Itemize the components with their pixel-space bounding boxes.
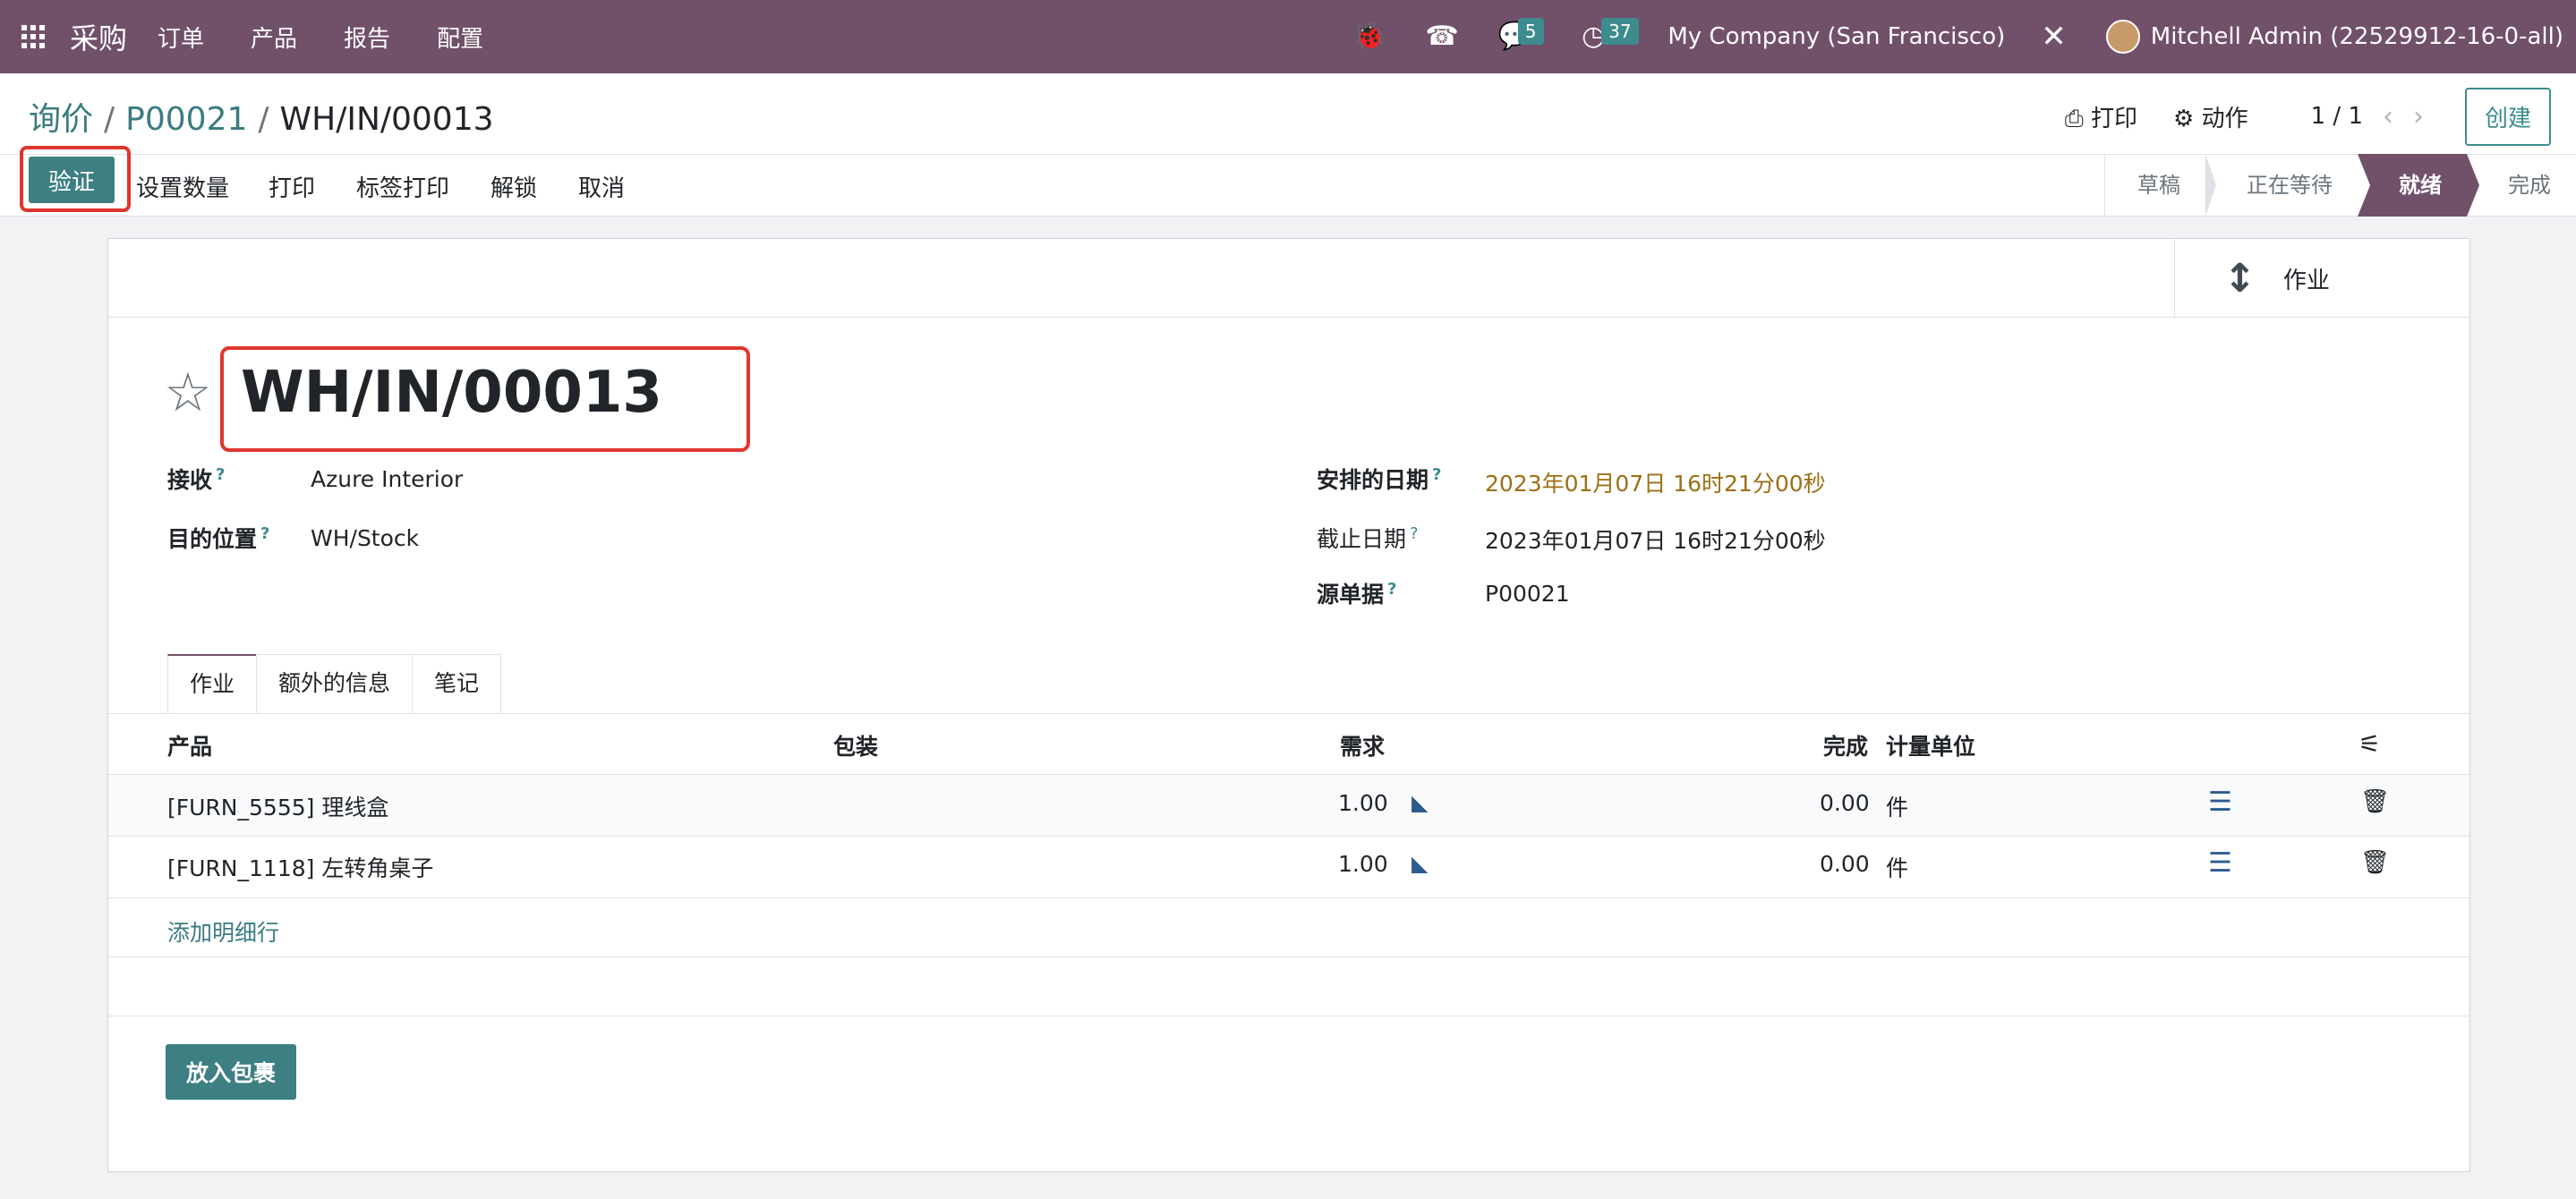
col-header-packaging[interactable]: 包装: [833, 729, 878, 761]
print-icon: ⎙: [2064, 105, 2084, 132]
vertical-arrows-icon: ↕: [2223, 255, 2256, 302]
pager-next-icon[interactable]: ›: [2413, 101, 2424, 132]
delete-row-trash-icon[interactable]: 🗑: [2360, 788, 2390, 815]
gear-icon: ⚙: [2173, 105, 2195, 132]
row2-demand: 1.00: [1338, 851, 1388, 877]
print-button[interactable]: 打印: [269, 170, 315, 203]
menu-products[interactable]: 产品: [251, 21, 297, 54]
forecast-chart-icon[interactable]: ◣: [1412, 851, 1428, 876]
row2-uom: 件: [1886, 855, 1909, 881]
deadline-value: 2023年01月07日 16时21分00秒: [1485, 528, 1826, 554]
detailed-operations-list-icon[interactable]: ☰: [2208, 787, 2232, 818]
table-row-divider: [108, 897, 2469, 898]
form-sheet: ↕ 作业 ☆ WH/IN/00013 接收? Azure Interior 目的…: [107, 238, 2470, 1172]
set-quantity-button[interactable]: 设置数量: [136, 170, 229, 203]
scheduled-date-value[interactable]: 2023年01月07日 16时21分00秒: [1485, 466, 1826, 498]
receive-from-value[interactable]: Azure Interior: [311, 466, 463, 492]
row1-done: 0.00: [1820, 790, 1870, 816]
put-in-pack-button[interactable]: 放入包裹: [166, 1044, 296, 1100]
create-button[interactable]: 创建: [2464, 87, 2551, 146]
col-header-product[interactable]: 产品: [167, 729, 212, 761]
tab-note[interactable]: 笔记: [412, 654, 502, 713]
destination-location-value[interactable]: WH/Stock: [311, 525, 419, 551]
tab-operations[interactable]: 作业: [167, 654, 258, 713]
add-line-link[interactable]: 添加明细行: [167, 915, 279, 948]
table-row[interactable]: [108, 775, 2469, 836]
destination-location-label: 目的位置?: [167, 523, 270, 552]
debug-bug-icon[interactable]: 🐞: [1352, 0, 1386, 73]
validate-button[interactable]: 验证: [29, 157, 115, 203]
top-navbar: 采购 订单 产品 报告 配置 🐞 ☎ 💬 5 ◷ 37 My Company (Sa…: [0, 0, 2576, 73]
row2-product[interactable]: [FURN_1118] 左转角桌子: [167, 851, 433, 883]
tools-icon[interactable]: ✕: [2041, 19, 2067, 55]
deadline-label: 截止日期?: [1317, 523, 1419, 552]
operations-smart-button[interactable]: ↕ 作业: [2174, 239, 2469, 318]
detailed-operations-list-icon[interactable]: ☰: [2208, 847, 2232, 879]
smart-button-box: ↕ 作业: [108, 239, 2469, 318]
stage-waiting[interactable]: 正在等待: [2205, 154, 2368, 217]
row1-product[interactable]: [FURN_5555] 理线盒: [167, 790, 388, 822]
scheduled-date-label: 安排的日期?: [1317, 464, 1442, 493]
app-brand[interactable]: 采购: [70, 16, 127, 57]
breadcrumb: 询价 / P00021 / WH/IN/00013: [29, 93, 494, 140]
phone-icon[interactable]: ☎: [1425, 0, 1458, 73]
col-header-done[interactable]: 完成: [1823, 729, 1868, 761]
action-dropdown[interactable]: ⚙ 动作: [2173, 100, 2248, 133]
col-header-uom[interactable]: 计量单位: [1886, 729, 1975, 761]
stage-done[interactable]: 完成: [2467, 154, 2576, 217]
operations-smart-label: 作业: [2282, 267, 2330, 294]
receive-from-label: 接收?: [167, 464, 226, 493]
user-avatar[interactable]: [2105, 20, 2140, 54]
messages-badge: 5: [1517, 18, 1544, 45]
pager-value[interactable]: 1 / 1: [2311, 103, 2363, 130]
control-panel-right: ⎙ 打印 ⚙ 动作 1 / 1 ‹ › 创建: [2029, 87, 2551, 146]
tab-additional-info[interactable]: 额外的信息: [256, 654, 414, 713]
pager-previous-icon[interactable]: ‹: [2383, 101, 2393, 132]
apps-menu-icon[interactable]: [21, 25, 45, 48]
favorite-star-icon[interactable]: ☆: [164, 366, 212, 420]
company-switcher[interactable]: My Company (San Francisco): [1668, 23, 2005, 50]
user-menu[interactable]: Mitchell Admin (22529912-16-0-all): [2151, 23, 2563, 50]
label-print-button[interactable]: 标签打印: [356, 170, 449, 203]
menu-configuration[interactable]: 配置: [437, 21, 483, 54]
delete-row-trash-icon[interactable]: 🗑: [2360, 849, 2390, 876]
main-menu: 订单 产品 报告 配置: [158, 21, 530, 54]
stage-ready[interactable]: 就绪: [2358, 154, 2479, 217]
activities-badge: 37: [1601, 18, 1639, 45]
navbar-systray: 🐞 ☎ 💬 5 ◷ 37 My Company (San Francisco) ✕ …: [1313, 0, 2576, 73]
forecast-chart-icon[interactable]: ◣: [1412, 790, 1428, 815]
breadcrumb-current: WH/IN/00013: [279, 101, 494, 138]
print-dropdown[interactable]: ⎙ 打印: [2065, 100, 2137, 133]
status-bar: 草稿 正在等待 就绪 完成: [2104, 154, 2576, 217]
menu-orders[interactable]: 订单: [158, 21, 204, 54]
column-settings-icon[interactable]: ⚟: [2358, 729, 2381, 759]
row2-done: 0.00: [1820, 851, 1870, 877]
stage-draft[interactable]: 草稿: [2105, 154, 2216, 217]
activities-clock-icon[interactable]: ◷ 37: [1582, 0, 1639, 73]
source-document-value[interactable]: P00021: [1485, 581, 1570, 607]
cancel-button[interactable]: 取消: [578, 170, 625, 203]
table-row[interactable]: [108, 837, 2469, 897]
row1-demand: 1.00: [1338, 790, 1388, 816]
breadcrumb-rfq[interactable]: 询价: [29, 101, 93, 138]
breadcrumb-separator: /: [104, 101, 115, 138]
col-header-demand[interactable]: 需求: [1340, 729, 1385, 761]
record-title: WH/IN/00013: [241, 360, 662, 426]
control-panel: 询价 / P00021 / WH/IN/00013 ⎙ 打印 ⚙ 动作 1 / 1 ‹ …: [0, 73, 2576, 217]
messages-icon[interactable]: 💬 5: [1498, 0, 1544, 73]
row1-uom: 件: [1886, 795, 1909, 821]
tabs-divider: [108, 713, 2469, 714]
notebook-tabs: 作业 额外的信息 笔记: [167, 654, 502, 713]
breadcrumb-po[interactable]: P00021: [125, 101, 247, 138]
source-document-label: 源单据?: [1317, 579, 1397, 608]
breadcrumb-separator: /: [258, 101, 269, 138]
menu-reporting[interactable]: 报告: [344, 21, 390, 54]
unlock-button[interactable]: 解锁: [490, 170, 537, 203]
